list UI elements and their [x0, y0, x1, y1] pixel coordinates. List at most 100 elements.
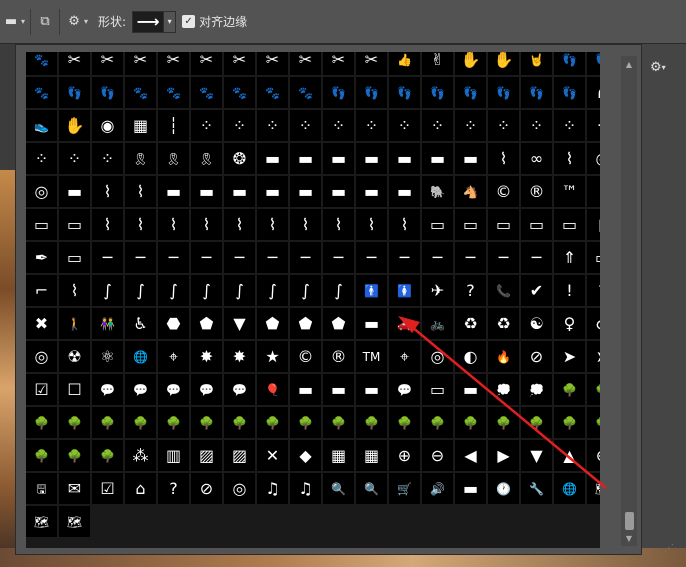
shape-cell[interactable]: ⌇	[158, 209, 189, 240]
shape-cell[interactable]: 👣	[521, 77, 552, 108]
scrollbar[interactable]: ▲ ▼	[621, 56, 637, 546]
shape-cell[interactable]: 👣	[59, 77, 90, 108]
scroll-up-icon[interactable]: ▲	[621, 58, 637, 70]
shape-cell[interactable]: ✈	[422, 275, 453, 306]
shape-cell[interactable]: ◎	[224, 473, 255, 504]
shape-cell[interactable]: ◎	[587, 143, 600, 174]
shape-cell[interactable]: ✂	[191, 52, 222, 75]
shape-cell[interactable]: ✂	[59, 52, 90, 75]
shape-cell[interactable]: 🐾	[158, 77, 189, 108]
shape-cell[interactable]: ─	[356, 242, 387, 273]
shape-cell[interactable]: ∫	[191, 275, 222, 306]
shape-cell[interactable]: 🌐	[125, 341, 156, 372]
shape-cell[interactable]: ✉	[59, 473, 90, 504]
shape-picker[interactable]: ⟶ ▾	[132, 10, 177, 33]
shape-cell[interactable]: ▬	[455, 143, 486, 174]
shape-cell[interactable]: 💬	[125, 374, 156, 405]
shape-cell[interactable]: ▬	[290, 176, 321, 207]
shape-cell[interactable]: ─	[191, 242, 222, 273]
shape-cell[interactable]: ❂	[224, 143, 255, 174]
shape-cell[interactable]: ▬	[323, 143, 354, 174]
shape-cell[interactable]: ∩	[587, 77, 600, 108]
shape-cell[interactable]: 🌳	[587, 374, 600, 405]
shape-cell[interactable]: ┆	[158, 110, 189, 141]
shape-cell[interactable]: 🌳	[158, 407, 189, 438]
path-arrange-icon[interactable]: ⧉	[36, 13, 54, 31]
shape-cell[interactable]: 💬	[389, 374, 420, 405]
shape-cell[interactable]: ✂	[92, 52, 123, 75]
shape-cell[interactable]: ▭	[422, 209, 453, 240]
shape-cell[interactable]: ─	[290, 242, 321, 273]
shape-cell[interactable]: 💬	[158, 374, 189, 405]
align-edges-label[interactable]: 对齐边缘	[199, 13, 247, 30]
shape-cell[interactable]: ✋	[59, 110, 90, 141]
gear-icon[interactable]: ⚙	[65, 13, 83, 31]
shape-cell[interactable]: ⁘	[389, 110, 420, 141]
arrow-shape-preview-icon[interactable]: ⟶	[133, 12, 163, 32]
shape-cell[interactable]: ⌇	[59, 275, 90, 306]
shape-cell[interactable]: ⁘	[455, 110, 486, 141]
shape-cell[interactable]: ⚛	[92, 341, 123, 372]
shape-cell[interactable]: 🌐	[554, 473, 585, 504]
shape-cell[interactable]: ☯	[521, 308, 552, 339]
shape-cell[interactable]: ⊕	[389, 440, 420, 471]
shape-cell[interactable]: ⊘	[191, 473, 222, 504]
shape-cell[interactable]: ⊕	[587, 440, 600, 471]
shape-cell[interactable]: ☢	[59, 341, 90, 372]
shape-cell[interactable]: ⬟	[191, 308, 222, 339]
shape-cell[interactable]: ▬	[356, 374, 387, 405]
shape-cell[interactable]: ▭	[521, 209, 552, 240]
shape-cell[interactable]: 🤘	[521, 52, 552, 75]
shape-cell[interactable]: 🌳	[290, 407, 321, 438]
shape-cell[interactable]: ▬	[389, 143, 420, 174]
shape-cell[interactable]: 🐴	[455, 176, 486, 207]
shape-cell[interactable]: ─	[125, 242, 156, 273]
shape-cell[interactable]: ☑	[26, 374, 57, 405]
shape-cell[interactable]: ♂	[587, 308, 600, 339]
shape-cell[interactable]: 🐘	[422, 176, 453, 207]
shape-cell[interactable]: ⁘	[587, 110, 600, 141]
shape-cell[interactable]: 🌳	[422, 407, 453, 438]
shape-cell[interactable]: ⌂	[125, 473, 156, 504]
shape-cell[interactable]: ▭	[59, 242, 90, 273]
shape-cell[interactable]: ⬟	[323, 308, 354, 339]
shape-cell[interactable]: ⌇	[191, 209, 222, 240]
shape-cell[interactable]: ®	[323, 341, 354, 372]
shape-cell[interactable]: ▯	[587, 209, 600, 240]
shape-cell[interactable]: 🌳	[26, 407, 57, 438]
shape-cell[interactable]: ⌇	[488, 143, 519, 174]
shape-cell[interactable]: 🌳	[455, 407, 486, 438]
shape-cell[interactable]: ▭	[587, 242, 600, 273]
shape-cell[interactable]: ?	[587, 275, 600, 306]
shape-cell[interactable]: ➤	[587, 341, 600, 372]
shape-cell[interactable]: ▬	[455, 374, 486, 405]
shape-cell[interactable]: ™	[554, 176, 585, 207]
shape-cell[interactable]: ⬟	[290, 308, 321, 339]
shape-cell[interactable]: ▭	[455, 209, 486, 240]
shape-cell[interactable]: ✂	[125, 52, 156, 75]
shape-cell[interactable]: ▬	[356, 176, 387, 207]
shape-cell[interactable]: ▬	[356, 143, 387, 174]
shape-cell[interactable]: 🗺	[587, 473, 600, 504]
shape-cell[interactable]: 🔧	[521, 473, 552, 504]
shape-cell[interactable]: ✂	[257, 52, 288, 75]
shape-cell[interactable]: ▦	[323, 440, 354, 471]
shape-cell[interactable]: ▨	[224, 440, 255, 471]
shape-cell[interactable]: ▬	[290, 374, 321, 405]
shape-cell[interactable]: ▬	[257, 143, 288, 174]
shape-cell[interactable]: 🌳	[92, 407, 123, 438]
shape-cell[interactable]: ▼	[224, 308, 255, 339]
shape-cell[interactable]: ⌇	[125, 176, 156, 207]
shape-cell[interactable]: ✔	[521, 275, 552, 306]
shape-cell[interactable]: ▦	[125, 110, 156, 141]
shape-cell[interactable]: ⌇	[554, 143, 585, 174]
shape-cell[interactable]: ⌇	[92, 209, 123, 240]
chevron-down-icon[interactable]: ▾	[84, 17, 88, 26]
shape-cell[interactable]: ⌇	[587, 176, 600, 207]
shape-cell[interactable]: ◎	[422, 341, 453, 372]
shape-cell[interactable]: ◐	[455, 341, 486, 372]
shape-cell[interactable]: 🐾	[26, 52, 57, 75]
shape-cell[interactable]: ✂	[290, 52, 321, 75]
shape-cell[interactable]: ◎	[26, 341, 57, 372]
align-edges-checkbox[interactable]: ✓	[182, 15, 196, 28]
